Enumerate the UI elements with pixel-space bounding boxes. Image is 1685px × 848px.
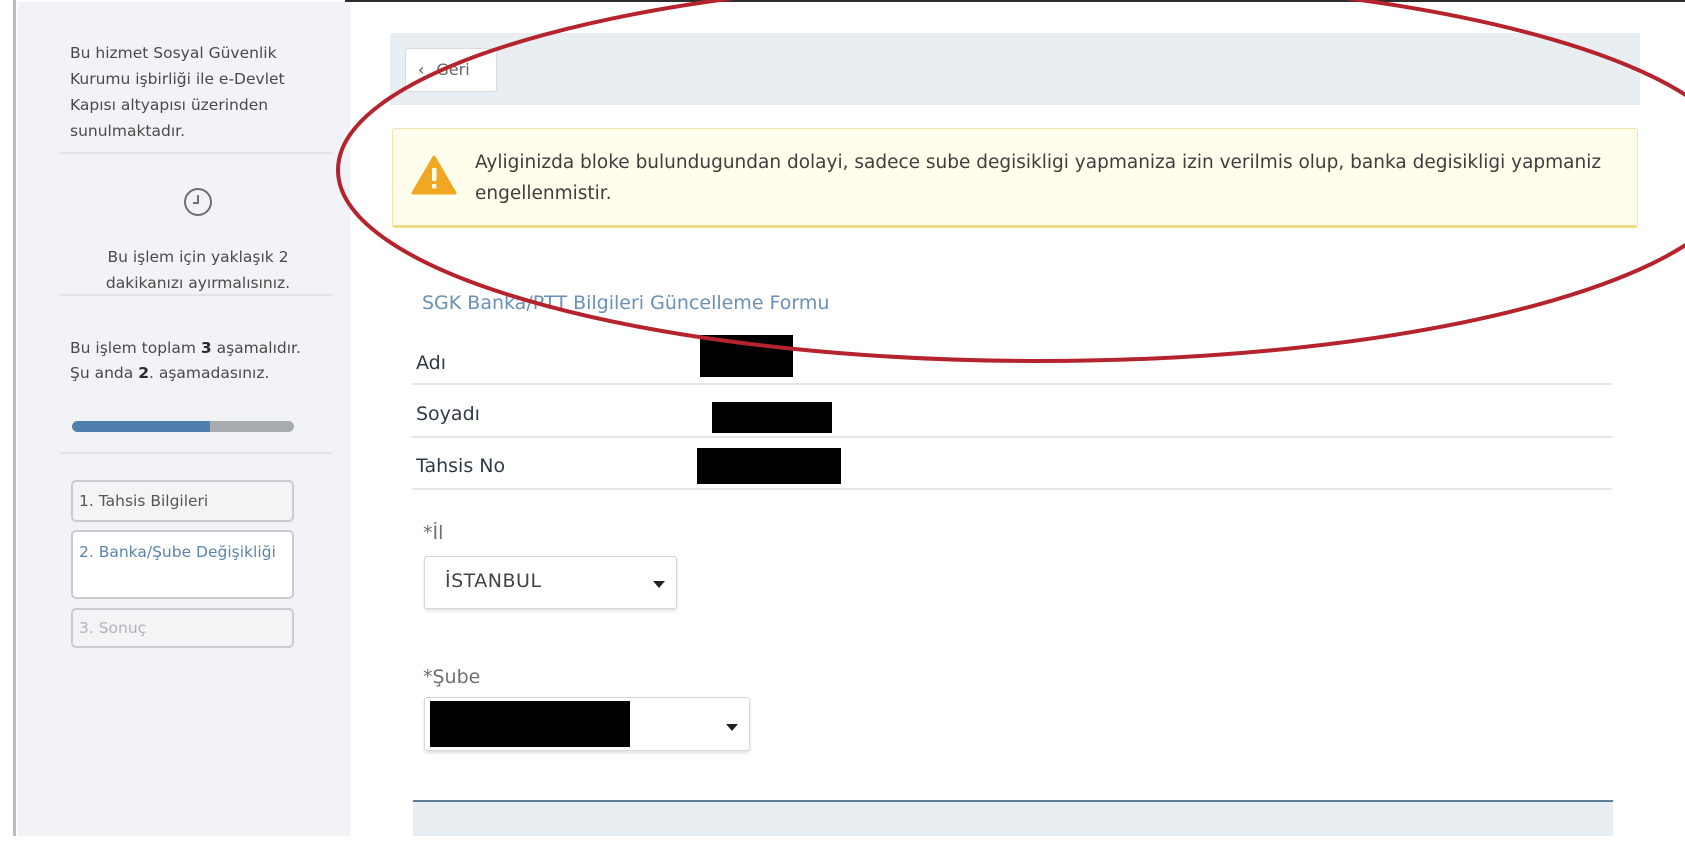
step-1-tahsis-bilgileri[interactable]: 1. Tahsis Bilgileri xyxy=(71,480,294,522)
sidebar-divider xyxy=(60,152,332,154)
form-title: SGK Banka/PTT Bilgileri Güncelleme Formu xyxy=(422,292,830,314)
page: Bu hizmet Sosyal Güvenlik Kurumu işbirli… xyxy=(0,0,1685,848)
redacted-value-tahsis-no xyxy=(697,448,841,484)
page-toolbar xyxy=(390,33,1640,105)
il-select[interactable]: İSTANBUL xyxy=(424,556,677,609)
warning-icon xyxy=(411,155,457,195)
sube-select[interactable] xyxy=(424,697,750,751)
sidebar: Bu hizmet Sosyal Güvenlik Kurumu işbirli… xyxy=(18,2,350,836)
il-label: *İl xyxy=(423,522,444,544)
window-top-border xyxy=(345,0,1685,2)
warning-alert-text: Ayliginizda bloke bulundugundan dolayi, … xyxy=(475,152,1602,204)
caret-down-icon xyxy=(726,724,738,731)
form-footer xyxy=(413,802,1613,836)
warning-alert: Ayliginizda bloke bulundugundan dolayi, … xyxy=(392,128,1638,228)
window-bottom-edge xyxy=(0,836,1685,848)
back-button[interactable]: ‹ Geri xyxy=(405,48,497,92)
chevron-left-icon: ‹ xyxy=(418,60,425,79)
step-2-banka-sube-degisikligi[interactable]: 2. Banka/Şube Değişikliği xyxy=(71,530,294,599)
redacted-value-soyadi xyxy=(712,402,832,433)
label-soyadi: Soyadı xyxy=(416,403,480,425)
row-divider xyxy=(412,436,1612,438)
caret-down-icon xyxy=(653,581,665,588)
steps-info-text: Bu işlem toplam 3 aşamalıdır. Şu anda 2.… xyxy=(70,339,301,382)
progress-bar-fill xyxy=(72,421,210,432)
redacted-value-adi xyxy=(700,335,793,377)
progress-bar xyxy=(72,421,294,432)
step-3-sonuc: 3. Sonuç xyxy=(71,608,294,648)
estimated-time-text: Bu işlem için yaklaşık 2 dakikanızı ayır… xyxy=(105,248,291,292)
back-button-label: Geri xyxy=(436,60,470,79)
window-left-border xyxy=(13,0,16,836)
redacted-sube-value xyxy=(430,701,630,747)
il-select-value: İSTANBUL xyxy=(445,570,542,592)
label-adi: Adı xyxy=(416,352,447,374)
sube-label: *Şube xyxy=(423,666,481,688)
label-tahsis-no: Tahsis No xyxy=(416,455,506,477)
sidebar-divider xyxy=(60,452,332,454)
clock-icon xyxy=(184,188,212,216)
row-divider xyxy=(412,383,1612,385)
row-divider xyxy=(412,488,1612,490)
service-info-text: Bu hizmet Sosyal Güvenlik Kurumu işbirli… xyxy=(70,44,285,140)
sidebar-divider xyxy=(60,294,332,296)
